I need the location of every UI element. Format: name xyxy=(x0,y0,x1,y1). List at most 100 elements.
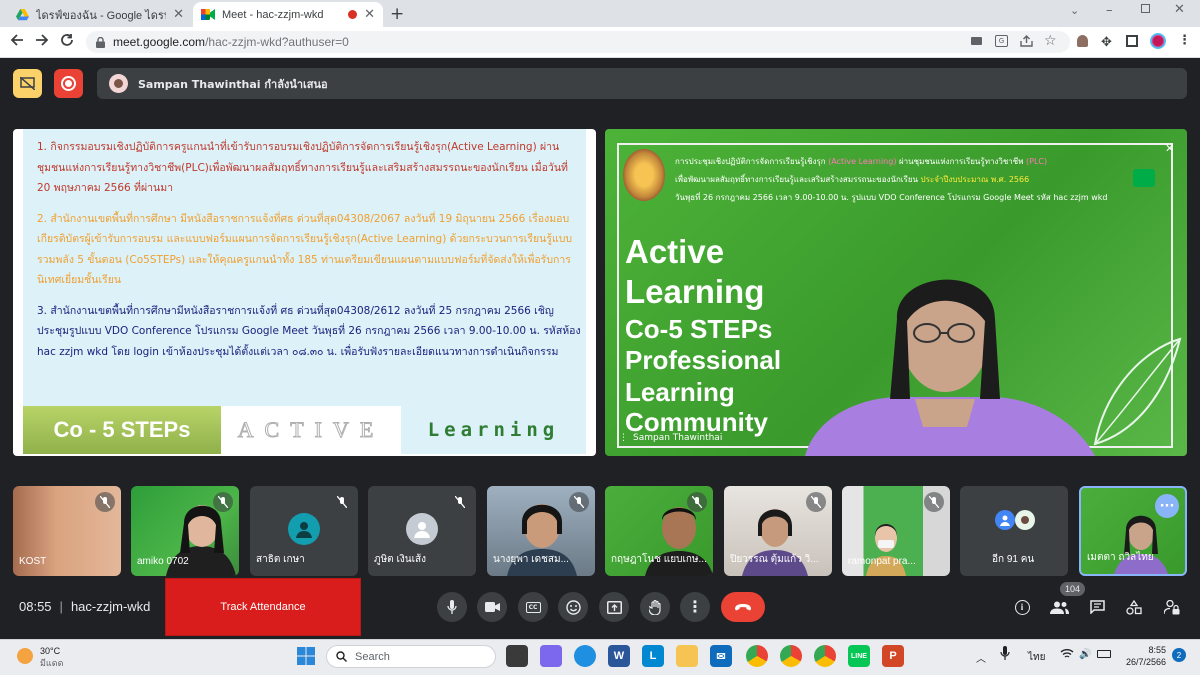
maximize-icon[interactable] xyxy=(1141,4,1150,13)
microphone-tray-icon[interactable] xyxy=(1000,646,1010,660)
start-windows-icon[interactable] xyxy=(297,647,315,665)
participant-tile[interactable]: ปิยวรรณ ตุ้มแก้ว วิ... xyxy=(724,486,832,576)
participant-tile[interactable]: ramonpat pra... xyxy=(842,486,950,576)
chat-icon xyxy=(1089,600,1105,614)
microphone-button[interactable] xyxy=(437,592,467,622)
camera-icon xyxy=(484,602,500,612)
google-drive-icon xyxy=(16,8,29,21)
chat-button[interactable] xyxy=(1085,596,1109,618)
taskbar-search-box[interactable]: Search xyxy=(326,645,496,668)
camera-button[interactable] xyxy=(477,592,507,622)
close-window-icon[interactable]: ✕ xyxy=(1174,2,1185,17)
url-host: meet.google.com xyxy=(113,35,206,49)
chrome-icon[interactable] xyxy=(746,645,768,667)
presenter-banner-text: Sampan Thawinthai กำลังนำเสนอ xyxy=(138,77,328,91)
pin-icon[interactable]: ✕ xyxy=(1165,142,1174,155)
tab-search-chevron-icon[interactable]: ⌄ xyxy=(1070,4,1079,17)
app-l-icon[interactable]: L xyxy=(642,645,664,667)
more-dots-icon: ··· xyxy=(1159,498,1175,514)
mail-icon[interactable]: ✉ xyxy=(710,645,732,667)
presentation-slide: 1. กิจกรรมอบรมเชิงปฏิบัติการครูแกนนำที่เ… xyxy=(13,129,596,456)
browser-menu-icon[interactable]: ⋮ xyxy=(1178,33,1191,48)
side-panel-icon[interactable] xyxy=(1126,35,1138,47)
minimize-icon[interactable]: – xyxy=(1106,3,1113,18)
input-language[interactable]: ไทย xyxy=(1028,650,1045,665)
search-icon xyxy=(336,651,347,662)
profile-avatar[interactable] xyxy=(1150,33,1166,49)
wifi-icon[interactable] xyxy=(1060,648,1074,659)
presenter-banner: Sampan Thawinthai กำลังนำเสนอ xyxy=(97,68,1187,99)
close-tab-icon[interactable]: ✕ xyxy=(364,8,375,21)
forward-icon[interactable] xyxy=(35,33,49,47)
camera-in-use-icon[interactable] xyxy=(971,37,982,45)
chrome-icon[interactable] xyxy=(780,645,802,667)
mic-off-icon xyxy=(924,492,944,512)
participant-video xyxy=(866,524,906,576)
translate-icon[interactable]: G xyxy=(995,35,1008,47)
weather-sun-icon[interactable] xyxy=(17,648,33,664)
file-explorer-icon[interactable] xyxy=(676,645,698,667)
more-options-button[interactable]: ··· xyxy=(1155,494,1179,518)
word-icon[interactable]: W xyxy=(608,645,630,667)
share-icon[interactable] xyxy=(1020,35,1033,47)
participant-name: กฤษฎาโนช แยบเกษ... xyxy=(611,554,707,565)
search-placeholder: Search xyxy=(355,650,390,663)
leaf-decoration xyxy=(1093,337,1182,446)
back-icon[interactable] xyxy=(10,33,24,47)
notification-badge[interactable]: 2 xyxy=(1172,648,1186,662)
tab-title: ไดรฟ์ของฉัน - Google ไดรฟ์ xyxy=(36,9,167,22)
extension-avatar-icon[interactable] xyxy=(1077,35,1088,47)
weather-widget[interactable]: 30°C มีแดด xyxy=(40,645,63,669)
more-options-icon[interactable]: ⋮ xyxy=(619,433,628,443)
participant-tile[interactable]: กฤษฎาโนช แยบเกษ... xyxy=(605,486,713,576)
present-now-button[interactable] xyxy=(599,592,629,622)
participant-tile[interactable]: สาธิต เกษา xyxy=(250,486,358,576)
participant-avatar xyxy=(406,513,438,545)
stop-presenting-button[interactable] xyxy=(13,69,42,98)
meeting-details-button[interactable]: i xyxy=(1010,596,1034,618)
chrome-active-icon[interactable] xyxy=(814,645,836,667)
more-options-button[interactable]: ⋮ xyxy=(680,592,710,622)
new-tab-icon[interactable]: + xyxy=(390,4,404,24)
edge-icon[interactable] xyxy=(574,645,596,667)
reactions-button[interactable] xyxy=(558,592,588,622)
participant-tile[interactable]: amiko 0702 xyxy=(131,486,239,576)
track-attendance-button[interactable]: Track Attendance xyxy=(165,578,361,636)
mic-off-icon xyxy=(95,492,115,512)
more-participants-tile[interactable]: อีก 91 คน xyxy=(960,486,1068,576)
participant-name: ramonpat pra... xyxy=(848,556,916,567)
participant-tile[interactable]: ภูษิต เงินเส้ง xyxy=(368,486,476,576)
presenter-name-tag: ⋮ Sampan Thawinthai xyxy=(619,433,722,443)
captions-button[interactable]: CC xyxy=(518,592,548,622)
participant-tile[interactable]: นางยุพา เดชสม... xyxy=(487,486,595,576)
participant-name: นางยุพา เดชสม... xyxy=(493,554,569,565)
leave-call-button[interactable] xyxy=(721,592,765,622)
participant-name: amiko 0702 xyxy=(137,556,189,567)
slide-paragraph-1: 1. กิจกรรมอบรมเชิงปฏิบัติการครูแกนนำที่เ… xyxy=(37,141,568,194)
volume-icon[interactable]: 🔊 xyxy=(1079,649,1091,660)
line-icon[interactable]: LINE xyxy=(848,645,870,667)
battery-icon[interactable] xyxy=(1097,650,1111,658)
recording-dot-icon xyxy=(348,10,358,19)
raise-hand-button[interactable] xyxy=(640,592,670,622)
url-path: /hac-zzjm-wkd?authuser=0 xyxy=(205,35,349,49)
tab-google-drive[interactable]: ไดรฟ์ของฉัน - Google ไดรฟ์ ✕ xyxy=(8,2,192,27)
people-button[interactable] xyxy=(1047,596,1071,618)
meeting-code: hac-zzjm-wkd xyxy=(70,599,151,614)
address-bar[interactable]: meet.google.com/hac-zzjm-wkd?authuser=0 xyxy=(86,31,1070,53)
bookmark-star-icon[interactable]: ☆ xyxy=(1044,33,1057,49)
powerpoint-icon[interactable]: P xyxy=(882,645,904,667)
tab-google-meet[interactable]: Meet - hac-zzjm-wkd ✕ xyxy=(193,2,383,27)
show-hidden-icons-chevron[interactable]: ︿ xyxy=(976,650,986,665)
taskbar-clock[interactable]: 8:55 26/7/2566 xyxy=(1120,644,1166,668)
participant-tile[interactable]: KOST xyxy=(13,486,121,576)
recording-button[interactable] xyxy=(54,69,83,98)
self-view-tile[interactable]: ··· เมตตา ถวิลไทย xyxy=(1079,486,1187,576)
teams-chat-icon[interactable] xyxy=(540,645,562,667)
close-tab-icon[interactable]: ✕ xyxy=(173,8,184,21)
task-view-icon[interactable] xyxy=(506,645,528,667)
activities-button[interactable] xyxy=(1122,596,1146,618)
host-controls-button[interactable] xyxy=(1160,596,1184,618)
extensions-puzzle-icon[interactable]: ✥ xyxy=(1101,35,1112,50)
reload-icon[interactable] xyxy=(60,33,74,47)
